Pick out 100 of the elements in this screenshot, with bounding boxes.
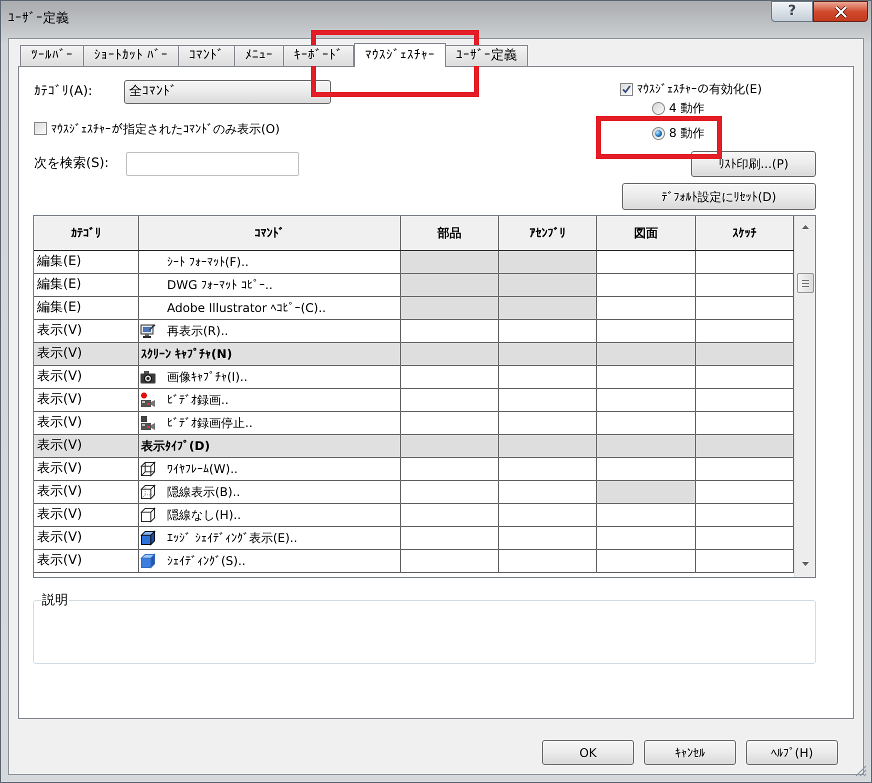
radio-button[interactable]: [652, 126, 665, 140]
gesture-cell[interactable]: [499, 527, 597, 550]
search-field[interactable]: [126, 152, 299, 176]
tab[interactable]: ｷｰﾎﾞｰﾄﾞ: [284, 45, 354, 66]
gesture-cell[interactable]: [597, 504, 696, 527]
radio-label: 8 動作: [669, 125, 704, 142]
command-name: DWG ﾌｫｰﾏｯﾄ ｺﾋﾟｰ..: [167, 277, 273, 294]
gesture-cell[interactable]: [401, 550, 499, 573]
radio-button[interactable]: [652, 102, 665, 114]
shaded-edge-cube-icon: [140, 530, 156, 546]
gesture-cell[interactable]: [696, 366, 794, 389]
command-name: ｽｸﾘｰﾝ ｷｬﾌﾟﾁｬ(N): [141, 346, 232, 363]
help-button[interactable]: ?: [771, 1, 813, 22]
gesture-cell[interactable]: [696, 550, 794, 573]
gesture-cell[interactable]: [401, 366, 499, 389]
print-list-button[interactable]: ﾘｽﾄ印刷...(P): [691, 151, 816, 177]
dialog-button[interactable]: ﾍﾙﾌﾟ(H): [746, 740, 838, 765]
tab[interactable]: ｼｮｰﾄｶｯﾄ ﾊﾞｰ: [84, 45, 180, 66]
checkbox[interactable]: [34, 122, 47, 135]
gesture-cell[interactable]: [597, 412, 696, 435]
gesture-cell[interactable]: [696, 251, 794, 274]
gesture-cell[interactable]: [597, 297, 696, 320]
gesture-cell[interactable]: [499, 458, 597, 481]
tab[interactable]: ﾒﾆｭｰ: [235, 45, 284, 66]
gesture-cell[interactable]: [696, 412, 794, 435]
up-arrow-icon: [802, 224, 808, 228]
down-arrow-icon: [802, 562, 808, 566]
shaded-cube-icon: [140, 553, 156, 569]
gesture-cell[interactable]: [696, 458, 794, 481]
gesture-cell[interactable]: [696, 527, 794, 550]
table-cell: 表示(V): [34, 343, 139, 366]
tab[interactable]: ﾕｰｻﾞｰ定義: [446, 45, 528, 66]
gesture-cell[interactable]: [499, 320, 597, 343]
dialog-button[interactable]: OK: [542, 740, 634, 765]
close-button[interactable]: [813, 1, 868, 22]
column-header[interactable]: ｱｾﾝﾌﾞﾘ: [499, 216, 597, 250]
gesture-cell[interactable]: [696, 481, 794, 504]
gesture-cell[interactable]: [696, 389, 794, 412]
table-cell: 編集(E): [34, 251, 139, 274]
table-cell: 編集(E): [34, 274, 139, 297]
group-label: 説明: [41, 592, 69, 610]
gesture-cell[interactable]: [499, 481, 597, 504]
gesture-cell[interactable]: [401, 458, 499, 481]
close-icon: [834, 6, 848, 18]
gesture-cell[interactable]: [401, 527, 499, 550]
gesture-cell[interactable]: [597, 320, 696, 343]
table-cell: 表示(V): [34, 550, 139, 573]
gesture-cell[interactable]: [597, 366, 696, 389]
column-header[interactable]: ｺﾏﾝﾄﾞ: [139, 216, 401, 250]
category-dropdown[interactable]: 全ｺﾏﾝﾄﾞ: [124, 80, 331, 104]
scrollbar[interactable]: [794, 216, 815, 577]
command-name: 画像ｷｬﾌﾟﾁｬ(I)..: [167, 369, 248, 386]
checkbox-label: ﾏｳｽｼﾞｪｽﾁｬｰが指定されたｺﾏﾝﾄﾞのみ表示(O): [51, 120, 280, 138]
column-header[interactable]: 図面: [597, 216, 696, 250]
gesture-cell[interactable]: [597, 251, 696, 274]
gesture-cell[interactable]: [696, 504, 794, 527]
grip-icon: [802, 280, 808, 286]
gesture-cell[interactable]: [597, 389, 696, 412]
gesture-cell[interactable]: [597, 458, 696, 481]
gesture-cell[interactable]: [696, 274, 794, 297]
gesture-cell[interactable]: [696, 320, 794, 343]
gesture-cell[interactable]: [401, 389, 499, 412]
table-cell: 表示(V): [34, 504, 139, 527]
command-name: ｼｪｲﾃﾞｨﾝｸﾞ(S)..: [167, 553, 246, 570]
gesture-cell[interactable]: [499, 504, 597, 527]
table-cell: 表示(V): [34, 481, 139, 504]
checkbox[interactable]: [620, 82, 633, 96]
gesture-cell[interactable]: [597, 550, 696, 573]
gesture-cell[interactable]: [401, 504, 499, 527]
command-name: ﾋﾞﾃﾞｵ録画停止..: [167, 415, 253, 432]
field-label: 次を検索(S):: [33, 155, 110, 174]
tab[interactable]: ｺﾏﾝﾄﾞ: [179, 45, 236, 66]
table-cell: 表示(V): [34, 366, 139, 389]
tab[interactable]: ﾂｰﾙﾊﾞｰ: [20, 45, 84, 66]
gesture-cell[interactable]: [499, 550, 597, 573]
column-header[interactable]: 部品: [401, 216, 499, 250]
command-name: ｼｰﾄ ﾌｫｰﾏｯﾄ(F)..: [167, 254, 249, 271]
gesture-cell[interactable]: [499, 366, 597, 389]
window-title: ﾕｰｻﾞｰ定義: [8, 10, 69, 28]
gesture-cell[interactable]: [401, 320, 499, 343]
column-header[interactable]: ｶﾃｺﾞﾘ: [34, 216, 139, 250]
radio-label: 4 動作: [669, 100, 704, 117]
gesture-cell[interactable]: [499, 412, 597, 435]
reset-button[interactable]: ﾃﾞﾌｫﾙﾄ設定にﾘｾｯﾄ(D): [622, 183, 816, 210]
dialog-button[interactable]: ｷｬﾝｾﾙ: [644, 740, 736, 765]
command-name: Adobe Illustrator ﾍｺﾋﾟｰ(C)..: [167, 300, 326, 317]
gesture-cell[interactable]: [597, 274, 696, 297]
gesture-cell[interactable]: [696, 297, 794, 320]
gesture-cell[interactable]: [499, 389, 597, 412]
camera-icon: [140, 369, 156, 385]
table-cell: 表示(V): [34, 389, 139, 412]
command-name: ﾜｲﾔﾌﾚｰﾑ(W)..: [167, 461, 238, 478]
field-label: ｶﾃｺﾞﾘ(A):: [33, 83, 94, 102]
gesture-cell[interactable]: [401, 412, 499, 435]
gesture-cell[interactable]: [401, 481, 499, 504]
gesture-cell[interactable]: [597, 527, 696, 550]
scrollbar-thumb[interactable]: [796, 273, 814, 293]
command-name: 隠線表示(B)..: [167, 484, 240, 501]
tab[interactable]: ﾏｳｽｼﾞｪｽﾁｬｰ: [354, 43, 446, 67]
table-cell: 表示(V): [34, 527, 139, 550]
